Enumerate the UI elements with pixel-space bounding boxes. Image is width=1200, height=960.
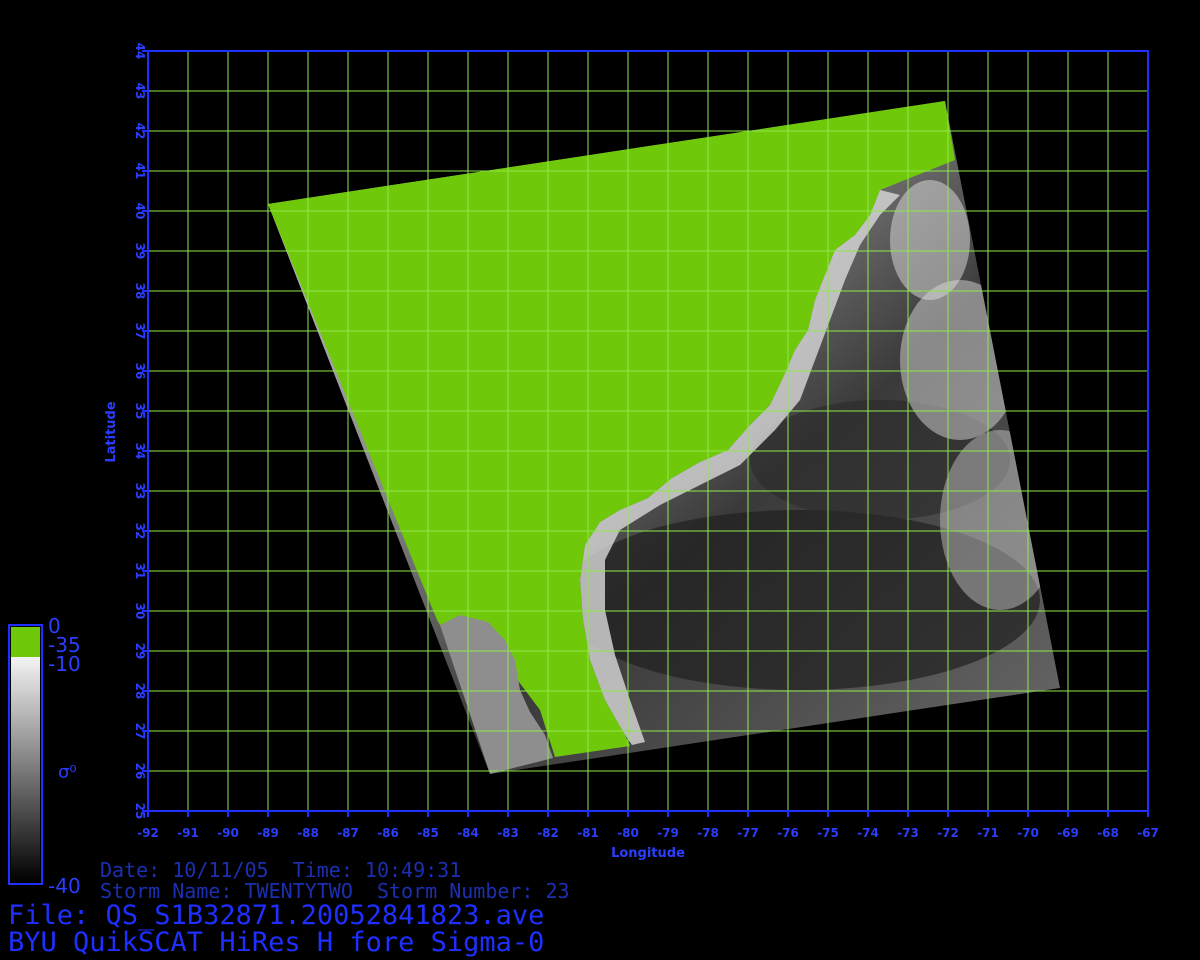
x-tick-label: -90 [217, 826, 239, 840]
x-tick-label: -68 [1097, 826, 1119, 840]
x-tick-label: -85 [417, 826, 439, 840]
date-time-line: Date: 10/11/05 Time: 10:49:31 [100, 858, 462, 882]
x-tick-label: -92 [137, 826, 159, 840]
x-tick-label: -69 [1057, 826, 1079, 840]
file-name-line: File: QS_S1B32871.20052841823.ave [8, 900, 545, 931]
y-tick-label: 30 [133, 603, 147, 620]
ocean-light-patch [900, 280, 1020, 440]
x-tick-label: -84 [457, 826, 479, 840]
ocean-light-patch [890, 180, 970, 300]
y-tick-label: 25 [133, 803, 147, 820]
x-tick-label: -73 [897, 826, 919, 840]
x-tick-label: -72 [937, 826, 959, 840]
y-tick-label: 38 [133, 283, 147, 300]
storm-line: Storm Name: TWENTYTWO Storm Number: 23 [100, 879, 570, 903]
x-tick-label: -74 [857, 826, 879, 840]
x-tick-label: -91 [177, 826, 199, 840]
x-tick-label: -89 [257, 826, 279, 840]
swath-map: -92 -91 -90 -89 -88 -87 -86 -85 -84 -83 -82 -81 -80 -… [8, 43, 1159, 885]
y-tick-label: 31 [133, 563, 147, 580]
y-tick-label: 36 [133, 363, 147, 380]
colorbar-gradient [11, 657, 40, 882]
y-tick-label: 42 [133, 123, 147, 140]
ocean-light-patch [940, 430, 1060, 610]
x-tick-label: -75 [817, 826, 839, 840]
x-tick-label: -81 [577, 826, 599, 840]
x-tick-label: -83 [497, 826, 519, 840]
colorbar-label-min: -40 [48, 874, 81, 898]
x-tick-label: -76 [777, 826, 799, 840]
y-tick-label: 43 [133, 83, 147, 100]
x-tick-label: -67 [1137, 826, 1159, 840]
x-tick-label: -79 [657, 826, 679, 840]
y-tick-label: 28 [133, 683, 147, 700]
y-tick-label: 34 [133, 443, 147, 460]
x-tick-label: -71 [977, 826, 999, 840]
y-tick-label: 41 [133, 163, 147, 180]
colorbar-land-swatch [11, 627, 40, 657]
x-tick-label: -70 [1017, 826, 1039, 840]
y-tick-label: 27 [133, 723, 147, 740]
colorbar [8, 624, 43, 885]
colorbar-symbol: σ⁰ [58, 762, 77, 783]
x-tick-label: -78 [697, 826, 719, 840]
y-axis-label: Latitude [104, 401, 119, 463]
y-tick-label: 29 [133, 643, 147, 660]
y-tick-label: 32 [133, 523, 147, 540]
x-tick-label: -77 [737, 826, 759, 840]
x-axis-label: Longitude [611, 846, 685, 861]
x-tick-label: -82 [537, 826, 559, 840]
x-tick-label: -80 [617, 826, 639, 840]
x-tick-label: -86 [377, 826, 399, 840]
y-tick-label: 40 [133, 203, 147, 220]
y-tick-label: 39 [133, 243, 147, 260]
x-tick-label: -87 [337, 826, 359, 840]
y-tick-label: 33 [133, 483, 147, 500]
y-tick-label: 26 [133, 763, 147, 780]
y-tick-label: 44 [133, 43, 147, 60]
y-tick-label: 35 [133, 403, 147, 420]
y-tick-label: 37 [133, 323, 147, 340]
x-tick-label: -88 [297, 826, 319, 840]
product-title-line: BYU QuikSCAT HiRes H fore Sigma-0 [8, 927, 545, 958]
colorbar-label-high: -10 [48, 652, 81, 676]
swath [268, 101, 1060, 774]
